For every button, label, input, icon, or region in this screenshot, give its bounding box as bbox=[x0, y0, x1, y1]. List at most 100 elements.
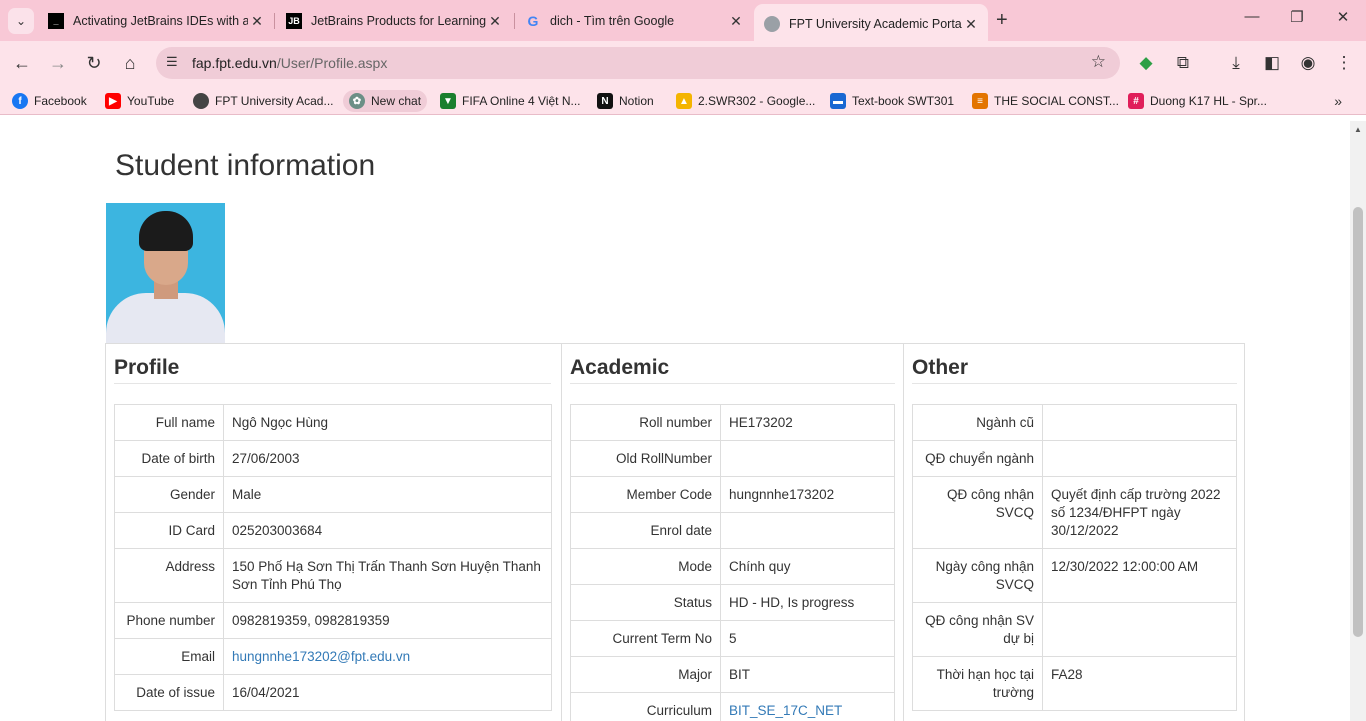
info-panels: Profile Full name Ngô Ngọc Hùng Date of b… bbox=[105, 343, 1245, 721]
bookmark-social-const[interactable]: ≡ THE SOCIAL CONST... bbox=[972, 90, 1119, 112]
globe-icon bbox=[764, 16, 780, 32]
browser-toolbar: ← → ↻ ⌂ ☰ fap.fpt.edu.vn/User/Profile.as… bbox=[0, 41, 1366, 85]
table-row: Major BIT bbox=[570, 656, 895, 693]
tab-title: JetBrains Products for Learning bbox=[311, 14, 486, 28]
back-icon[interactable]: ← bbox=[10, 51, 34, 75]
restore-icon[interactable]: ❐ bbox=[1277, 8, 1317, 26]
table-row: Ngày công nhận SVCQ 12/30/2022 12:00:00 A… bbox=[912, 548, 1237, 603]
bookmarks-bar: f Facebook ▶ YouTube FPT University Acad..… bbox=[0, 85, 1366, 115]
bookmark-textbook[interactable]: ▬ Text-book SWT301 bbox=[830, 90, 954, 112]
table-row: Date of birth 27/06/2003 bbox=[114, 440, 552, 477]
curriculum-link[interactable]: BIT_SE_17C_NET bbox=[729, 703, 842, 718]
table-row: QĐ chuyển ngành bbox=[912, 440, 1237, 477]
bookmark-fpt-portal[interactable]: FPT University Acad... bbox=[193, 90, 333, 112]
stack-icon: ≡ bbox=[972, 93, 988, 109]
table-row: Date of issue 16/04/2021 bbox=[114, 674, 552, 711]
site-info-icon[interactable]: ☰ bbox=[166, 54, 178, 70]
bookmark-youtube[interactable]: ▶ YouTube bbox=[105, 90, 174, 112]
jetbrains-terminal-icon: _ bbox=[48, 13, 64, 29]
forward-icon[interactable]: → bbox=[46, 51, 70, 75]
home-icon[interactable]: ⌂ bbox=[118, 51, 142, 75]
google-drive-icon: ▲ bbox=[676, 93, 692, 109]
student-photo bbox=[106, 203, 225, 343]
tab-fpt-portal[interactable]: FPT University Academic Portal ✕ bbox=[754, 4, 988, 41]
table-row: Full name Ngô Ngọc Hùng bbox=[114, 404, 552, 441]
facebook-icon: f bbox=[12, 93, 28, 109]
other-table: Ngành cũ QĐ chuyển ngành QĐ công nhận SV… bbox=[912, 404, 1237, 711]
profile-table: Full name Ngô Ngọc Hùng Date of birth 27/0… bbox=[114, 404, 552, 711]
jetbrains-icon: JB bbox=[286, 13, 302, 29]
academic-heading: Academic bbox=[570, 356, 670, 379]
reload-icon[interactable]: ↻ bbox=[82, 51, 106, 75]
scroll-thumb[interactable] bbox=[1353, 207, 1363, 637]
bookmark-slack[interactable]: # Duong K17 HL - Spr... bbox=[1128, 90, 1267, 112]
bookmark-notion[interactable]: N Notion bbox=[597, 90, 654, 112]
bookmark-facebook[interactable]: f Facebook bbox=[12, 90, 87, 112]
slack-icon: # bbox=[1128, 93, 1144, 109]
table-row: Curriculum BIT_SE_17C_NET bbox=[570, 692, 895, 721]
other-panel: Other Ngành cũ QĐ chuyển ngành QĐ công n… bbox=[903, 344, 1244, 721]
page-scrollbar[interactable]: ▲ bbox=[1350, 121, 1366, 721]
table-row: QĐ công nhận SV dự bị bbox=[912, 602, 1237, 657]
profile-avatar-icon[interactable]: ◉ bbox=[1297, 53, 1319, 73]
close-icon[interactable]: ✕ bbox=[248, 13, 266, 30]
academic-table: Roll number HE173202 Old RollNumber Membe… bbox=[570, 404, 895, 721]
scroll-up-icon[interactable]: ▲ bbox=[1354, 125, 1362, 134]
bookmark-star-icon[interactable]: ☆ bbox=[1091, 52, 1106, 72]
table-row: Gender Male bbox=[114, 476, 552, 513]
window-close-icon[interactable]: ✕ bbox=[1323, 8, 1363, 26]
table-row: Email hungnnhe173202@fpt.edu.vn bbox=[114, 638, 552, 675]
table-row: Roll number HE173202 bbox=[570, 404, 895, 441]
address-bar[interactable]: ☰ fap.fpt.edu.vn/User/Profile.aspx ☆ bbox=[156, 47, 1120, 79]
tab-title: Activating JetBrains IDEs with an… bbox=[73, 14, 248, 28]
academic-panel: Academic Roll number HE173202 Old RollNum… bbox=[561, 344, 903, 721]
email-link[interactable]: hungnnhe173202@fpt.edu.vn bbox=[232, 649, 410, 664]
profile-panel: Profile Full name Ngô Ngọc Hùng Date of b… bbox=[106, 344, 561, 721]
tab-search-button[interactable]: ⌄ bbox=[8, 8, 34, 34]
table-row: QĐ công nhận SVCQ Quyết định cấp trường 2… bbox=[912, 476, 1237, 549]
table-row: Member Code hungnnhe173202 bbox=[570, 476, 895, 513]
tab-strip: ⌄ _ Activating JetBrains IDEs with an… ✕… bbox=[0, 0, 1366, 41]
tab-title: dich - Tìm trên Google bbox=[550, 14, 675, 28]
fifa-icon: ▼ bbox=[440, 93, 456, 109]
table-row: Thời hạn học tại trường FA28 bbox=[912, 656, 1237, 711]
google-icon: G bbox=[527, 13, 539, 29]
close-icon[interactable]: ✕ bbox=[962, 16, 980, 33]
table-row: Ngành cũ bbox=[912, 404, 1237, 441]
minimize-icon[interactable]: — bbox=[1232, 8, 1272, 25]
globe-icon bbox=[193, 93, 209, 109]
profile-heading: Profile bbox=[114, 356, 180, 379]
tab-jetbrains-activation[interactable]: _ Activating JetBrains IDEs with an… ✕ bbox=[48, 7, 266, 35]
side-panel-icon[interactable]: ◧ bbox=[1261, 53, 1283, 73]
close-icon[interactable]: ✕ bbox=[486, 13, 504, 30]
tab-google-search[interactable]: G dich - Tìm trên Google ✕ bbox=[525, 7, 745, 35]
new-tab-icon[interactable]: + bbox=[996, 9, 1008, 32]
table-row: Old RollNumber bbox=[570, 440, 895, 477]
bookmark-swr302[interactable]: ▲ 2.SWR302 - Google... bbox=[676, 90, 815, 112]
page-content: Student information Profile Full name Ngô… bbox=[0, 121, 1350, 721]
extensions-puzzle-icon[interactable]: ⧉ bbox=[1172, 53, 1194, 73]
classroom-icon: ▬ bbox=[830, 93, 846, 109]
table-row: Current Term No 5 bbox=[570, 620, 895, 657]
tab-jetbrains-learning[interactable]: JB JetBrains Products for Learning ✕ bbox=[286, 7, 504, 35]
menu-icon[interactable]: ⋮ bbox=[1333, 53, 1355, 73]
table-row: Mode Chính quy bbox=[570, 548, 895, 585]
table-row: ID Card 025203003684 bbox=[114, 512, 552, 549]
bookmark-fifa[interactable]: ▼ FIFA Online 4 Việt N... bbox=[440, 90, 581, 112]
more-bookmarks-icon[interactable]: » bbox=[1334, 93, 1342, 109]
table-row: Enrol date bbox=[570, 512, 895, 549]
extension-icon[interactable]: ◆ bbox=[1135, 53, 1157, 73]
other-heading: Other bbox=[912, 356, 969, 379]
youtube-icon: ▶ bbox=[105, 93, 121, 109]
bookmark-new-chat[interactable]: ✿ New chat bbox=[343, 90, 428, 112]
chatgpt-icon: ✿ bbox=[349, 93, 365, 109]
page-title: Student information bbox=[115, 149, 376, 182]
tab-title: FPT University Academic Portal bbox=[789, 17, 962, 31]
table-row: Phone number 0982819359, 0982819359 bbox=[114, 602, 552, 639]
url-text: fap.fpt.edu.vn/User/Profile.aspx bbox=[192, 55, 388, 71]
close-icon[interactable]: ✕ bbox=[727, 13, 745, 30]
table-row: Address 150 Phố Hạ Sơn Thị Trấn Thanh Sơn… bbox=[114, 548, 552, 603]
notion-icon: N bbox=[597, 93, 613, 109]
download-icon[interactable]: ⤓ bbox=[1225, 53, 1247, 73]
table-row: Status HD - HD, Is progress bbox=[570, 584, 895, 621]
